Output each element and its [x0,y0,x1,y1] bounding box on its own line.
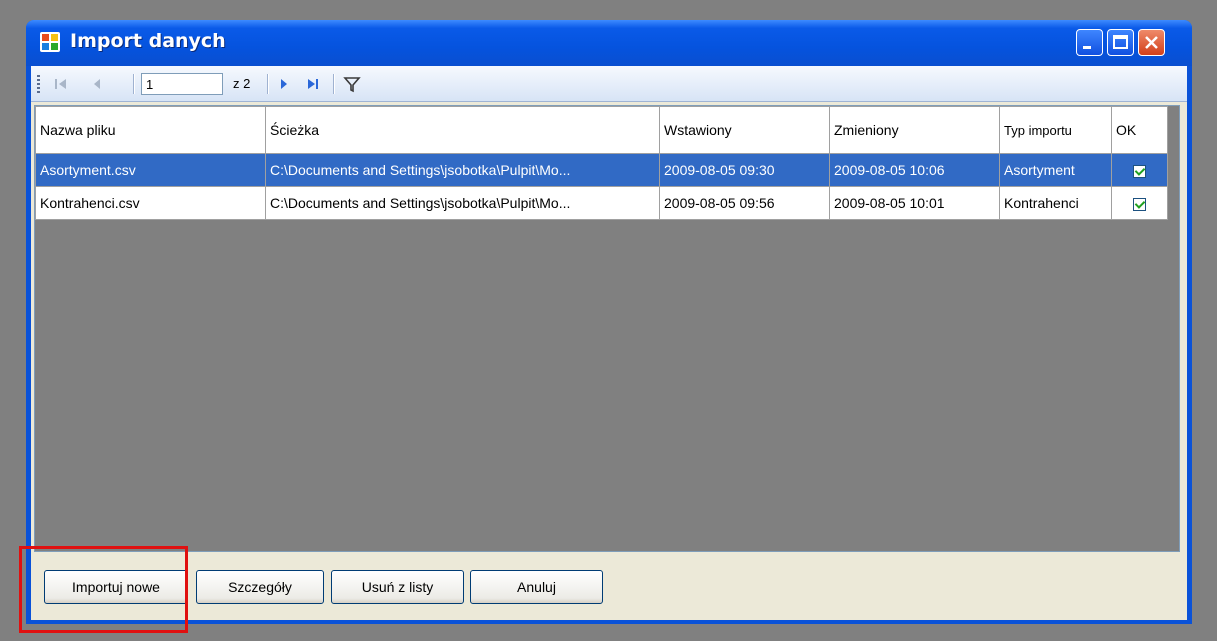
title-bar[interactable]: Import danych [26,20,1192,66]
remove-from-list-button[interactable]: Usuń z listy [331,570,464,604]
cell-ok[interactable] [1111,153,1168,187]
move-previous-icon[interactable] [87,74,107,94]
position-input[interactable] [141,73,223,95]
column-header-path[interactable]: Ścieżka [265,106,660,154]
move-last-icon[interactable] [303,74,323,94]
header-row: Nazwa pliku Ścieżka Wstawiony Zmieniony … [35,106,1168,154]
table-row[interactable]: Kontrahenci.csv C:\Documents and Setting… [35,186,1168,220]
cancel-button[interactable]: Anuluj [470,570,603,604]
cell-import-type[interactable]: Asortyment [999,153,1112,187]
toolbar-separator [267,74,269,94]
close-button[interactable] [1138,29,1165,56]
import-table: Nazwa pliku Ścieżka Wstawiony Zmieniony … [35,106,1168,220]
toolbar-separator [133,74,135,94]
cell-import-type[interactable]: Kontrahenci [999,186,1112,220]
ok-checkbox[interactable] [1133,164,1146,178]
column-header-ok[interactable]: OK [1111,106,1168,154]
app-icon [40,32,60,52]
maximize-icon [1113,35,1128,49]
move-next-icon[interactable] [274,74,294,94]
minimize-icon [1083,46,1091,49]
column-header-inserted[interactable]: Wstawiony [659,106,830,154]
cell-ok[interactable] [1111,186,1168,220]
import-grid[interactable]: Nazwa pliku Ścieżka Wstawiony Zmieniony … [34,105,1180,552]
toolbar-grip[interactable] [37,75,40,93]
table-row[interactable]: Asortyment.csv C:\Documents and Settings… [35,153,1168,187]
maximize-button[interactable] [1107,29,1134,56]
client-area: Nazwa pliku Ścieżka Wstawiony Zmieniony … [31,102,1187,620]
window-title: Import danych [70,30,226,52]
annotation-highlight-box [19,546,188,633]
column-header-file-name[interactable]: Nazwa pliku [35,106,266,154]
import-window: Import danych z 2 [26,20,1192,624]
column-header-changed[interactable]: Zmieniony [829,106,1000,154]
filter-icon[interactable] [342,74,362,94]
close-icon [1145,36,1158,49]
cell-inserted[interactable]: 2009-08-05 09:30 [659,153,830,187]
column-header-import-type[interactable]: Typ importu [999,106,1112,154]
cell-path[interactable]: C:\Documents and Settings\jsobotka\Pulpi… [265,186,660,220]
cell-path[interactable]: C:\Documents and Settings\jsobotka\Pulpi… [265,153,660,187]
move-first-icon[interactable] [51,74,71,94]
cell-file-name[interactable]: Asortyment.csv [35,153,266,187]
ok-checkbox[interactable] [1133,197,1146,211]
cell-changed[interactable]: 2009-08-05 10:06 [829,153,1000,187]
cell-changed[interactable]: 2009-08-05 10:01 [829,186,1000,220]
navigator-toolbar: z 2 [31,66,1187,102]
toolbar-separator [333,74,335,94]
details-button[interactable]: Szczegóły [196,570,324,604]
cell-file-name[interactable]: Kontrahenci.csv [35,186,266,220]
page-count-label: z 2 [233,76,251,91]
minimize-button[interactable] [1076,29,1103,56]
cell-inserted[interactable]: 2009-08-05 09:56 [659,186,830,220]
